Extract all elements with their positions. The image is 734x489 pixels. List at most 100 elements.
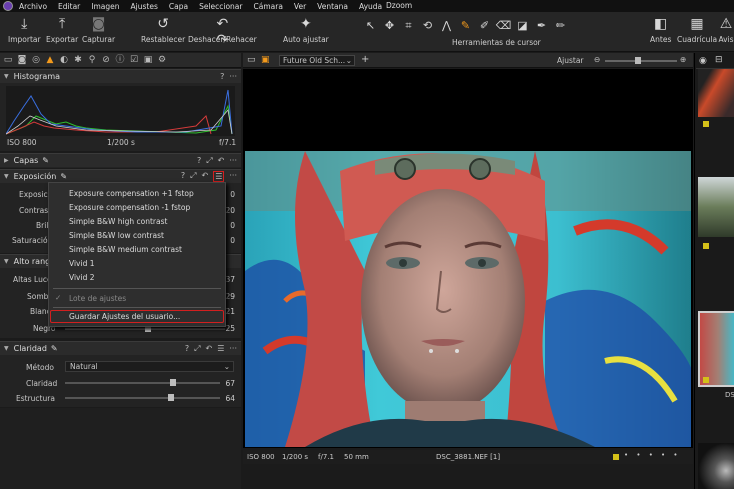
copy-icon[interactable]: ⤢ <box>190 171 196 182</box>
export-button[interactable]: ⤒ Exportar <box>46 16 78 44</box>
menu-ver[interactable]: Ver <box>294 2 306 11</box>
menu-item[interactable]: Simple B&W medium contrast <box>69 245 182 254</box>
more-icon[interactable]: ··· <box>229 171 237 182</box>
library-tab-icon[interactable]: ▭ <box>3 55 13 65</box>
saturation-value[interactable]: 0 <box>230 236 235 245</box>
lens-tab-icon[interactable]: ◎ <box>31 55 41 65</box>
structure-slider[interactable] <box>65 394 220 401</box>
exposure-header[interactable]: ▼ Exposición ✎? ⤢ ↶ ☰ ··· <box>0 169 241 183</box>
local-tab-icon[interactable]: ⚲ <box>87 55 97 65</box>
undo-redo-button[interactable]: ↶ ↷ Deshacer/Rehacer <box>188 16 257 48</box>
structure-value[interactable]: 64 <box>225 394 235 403</box>
select-tool-icon[interactable]: ↖ <box>362 18 379 34</box>
output-tab-icon[interactable]: ☑ <box>129 55 139 65</box>
menu-item[interactable]: Simple B&W high contrast <box>69 217 167 226</box>
eye-icon[interactable]: ◉ <box>699 56 707 66</box>
reset-icon[interactable]: ↶ <box>205 344 212 354</box>
menu-item[interactable]: Exposure compensation -1 fstop <box>69 203 190 212</box>
capture-tab-icon[interactable]: ◙ <box>17 55 27 65</box>
details-tab-icon[interactable]: ✱ <box>73 55 83 65</box>
zoom-out-icon[interactable]: ⊖ <box>594 55 600 64</box>
copy-icon[interactable]: ⤢ <box>206 156 212 166</box>
rating-stars[interactable]: • • • • • <box>624 451 681 459</box>
menu-seleccionar[interactable]: Seleccionar <box>199 2 242 11</box>
zoom-in-icon[interactable]: ⊕ <box>680 55 686 64</box>
filmstrip-thumb[interactable] <box>698 69 734 117</box>
auto-adjust-button[interactable]: ✦ Auto ajustar <box>283 16 329 44</box>
brush-tool-icon[interactable]: ✐ <box>476 18 493 34</box>
multi-view-icon[interactable]: ▣ <box>261 55 270 65</box>
clarity-header[interactable]: ▼ Claridad ✎? ⤢ ↶ ☰ ··· <box>0 341 241 355</box>
help-icon[interactable]: ? <box>185 344 189 354</box>
black-value[interactable]: 25 <box>225 324 235 333</box>
more-icon[interactable]: ··· <box>229 156 237 166</box>
capture-button[interactable]: ◙ Capturar <box>82 16 115 44</box>
menu-camara[interactable]: Cámara <box>254 2 283 11</box>
fit-label[interactable]: Ajustar <box>557 56 584 65</box>
annotate-tool-icon[interactable]: ✏ <box>552 18 569 34</box>
histogram-header[interactable]: ▼ Histograma? ··· <box>0 69 241 83</box>
single-view-icon[interactable]: ▭ <box>247 55 256 65</box>
menu-ventana[interactable]: Ventana <box>317 2 348 11</box>
copy-icon[interactable]: ⤢ <box>194 344 200 354</box>
filmstrip-thumb-selected[interactable] <box>698 311 734 387</box>
grid-button[interactable]: ▦ Cuadrícula <box>677 16 717 44</box>
picker-tool-icon[interactable]: ✎ <box>457 18 474 34</box>
filter-icon[interactable]: ⊟ <box>715 55 723 65</box>
reset-icon[interactable]: ↶ <box>201 171 208 182</box>
contrast-value[interactable]: 20 <box>225 206 235 215</box>
menu-item[interactable]: Vivid 2 <box>69 273 95 282</box>
menu-item[interactable]: Exposure compensation +1 fstop <box>69 189 194 198</box>
style-select[interactable]: Future Old Sch... ⌄ <box>279 55 355 66</box>
zoom-slider[interactable] <box>605 57 677 64</box>
menu-editar[interactable]: Editar <box>58 2 80 11</box>
presets-menu-icon[interactable]: ☰ <box>217 344 224 354</box>
help-icon[interactable]: ? <box>181 171 185 182</box>
batch-tab-icon[interactable]: ▣ <box>143 55 153 65</box>
adjust-tab-icon[interactable]: ⊘ <box>101 55 111 65</box>
slider-knob[interactable] <box>170 379 176 386</box>
metadata-tab-icon[interactable]: ⓘ <box>115 55 125 65</box>
keystone-tool-icon[interactable]: ⋀ <box>438 18 455 34</box>
menu-item[interactable]: Simple B&W low contrast <box>69 231 164 240</box>
before-button[interactable]: ◧ Antes <box>650 16 671 44</box>
menu-archivo[interactable]: Archivo <box>19 2 47 11</box>
photo[interactable] <box>245 151 691 447</box>
slider-knob[interactable] <box>635 57 641 64</box>
color-tab-icon[interactable]: ◐ <box>59 55 69 65</box>
reset-icon[interactable]: ↶ <box>218 156 225 166</box>
white-value[interactable]: 21 <box>225 307 235 316</box>
menu-ayuda[interactable]: Ayuda <box>359 2 382 11</box>
menu-imagen[interactable]: Imagen <box>91 2 119 11</box>
slider-knob[interactable] <box>168 394 174 401</box>
clarity-slider[interactable] <box>65 379 220 386</box>
exposure-value[interactable]: 0 <box>230 190 235 199</box>
pan-tool-icon[interactable]: ✥ <box>381 18 398 34</box>
more-icon[interactable]: ··· <box>229 344 237 354</box>
crop-tool-icon[interactable]: ⌗ <box>400 18 417 34</box>
settings-tab-icon[interactable]: ⚙ <box>157 55 167 65</box>
menu-item[interactable]: Vivid 1 <box>69 259 95 268</box>
color-tag-icon[interactable] <box>613 454 619 460</box>
filmstrip-thumb[interactable] <box>698 443 734 489</box>
exposure-tab-icon[interactable]: ▲ <box>45 55 55 65</box>
help-icon[interactable]: ? <box>220 72 224 81</box>
shadows-value[interactable]: 29 <box>225 292 235 301</box>
more-icon[interactable]: ··· <box>229 72 237 81</box>
rotate-tool-icon[interactable]: ⟲ <box>419 18 436 34</box>
gradient-tool-icon[interactable]: ◪ <box>514 18 531 34</box>
method-select[interactable]: Natural ⌄ <box>65 361 234 372</box>
menu-ajustes[interactable]: Ajustes <box>131 2 158 11</box>
reset-button[interactable]: ↺ Restablecer <box>141 16 185 44</box>
plus-icon[interactable]: + <box>361 54 369 65</box>
eraser-tool-icon[interactable]: ⌫ <box>495 18 512 34</box>
warnings-button[interactable]: ⚠ Avis <box>718 16 734 44</box>
save-user-presets-item[interactable]: Guardar Ajustes del usuario... <box>69 312 180 321</box>
heal-tool-icon[interactable]: ✒ <box>533 18 550 34</box>
highlights-value[interactable]: 37 <box>225 275 235 284</box>
filmstrip-thumb[interactable] <box>698 177 734 237</box>
black-slider[interactable] <box>65 325 225 332</box>
clarity-value[interactable]: 67 <box>225 379 235 388</box>
presets-menu-icon[interactable]: ☰ <box>213 171 225 182</box>
menu-capa[interactable]: Capa <box>169 2 188 11</box>
